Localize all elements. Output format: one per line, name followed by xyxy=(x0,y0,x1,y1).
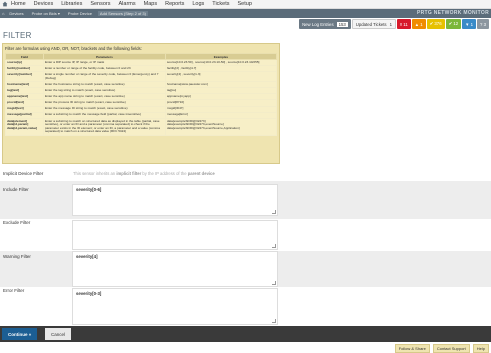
status-unusual-badge[interactable]: ✔ 376 xyxy=(426,19,445,29)
nav-setup[interactable]: Setup xyxy=(238,1,252,7)
filter-help-intro: Filter are formulas using AND, OR, NOT, … xyxy=(5,46,142,51)
nav-libraries[interactable]: Libraries xyxy=(61,1,82,7)
nav-alarms[interactable]: Alarms xyxy=(119,1,136,7)
contact-support-button[interactable]: Contact Support xyxy=(432,343,470,353)
exclude-filter-input[interactable] xyxy=(72,220,278,250)
nav-home[interactable]: Home xyxy=(11,1,26,7)
breadcrumb-devices[interactable]: Devices xyxy=(7,11,25,16)
home-icon[interactable] xyxy=(2,1,8,7)
nav-devices[interactable]: Devices xyxy=(34,1,54,7)
warning-filter-label: Warning Filter xyxy=(3,254,31,259)
status-warning-badge[interactable]: ▲ 1 xyxy=(411,19,426,29)
nav-logs[interactable]: Logs xyxy=(192,1,204,7)
table-row: data[element] data[id,param] data[id,par… xyxy=(5,117,278,136)
brand-logo: PRTG NETWORK MONITOR xyxy=(416,10,489,16)
include-filter-row: Include Filter severity[0-6] xyxy=(0,181,491,219)
error-filter-label: Error Filter xyxy=(3,288,25,293)
implicit-filter-note: This sensor inherits an implicit filter … xyxy=(73,171,215,176)
filter-param-cell: Enter a substring to match on structured… xyxy=(42,117,166,136)
updated-tickets-button[interactable]: Updated Tickets 1 xyxy=(351,19,396,29)
filter-reference-table: Field Parameters Examples source[ip] Ente… xyxy=(5,53,278,136)
nav-sensors[interactable]: Sensors xyxy=(90,1,110,7)
status-unknown-badge[interactable]: ? 3 xyxy=(477,19,489,29)
home-crumb-icon[interactable]: ⌂ xyxy=(2,11,4,16)
exclude-filter-row: Exclude Filter xyxy=(0,220,491,250)
exclude-filter-label: Exclude Filter xyxy=(3,220,31,225)
status-bar: New Log Entries 153 Updated Tickets 1 ‼ … xyxy=(299,19,489,29)
main-menu: Home Devices Libraries Sensors Alarms Ma… xyxy=(0,0,491,9)
breadcrumb-current: Add Sensors (Step 2 of 3) xyxy=(97,11,148,16)
new-log-label: New Log Entries xyxy=(302,21,334,27)
error-filter-input[interactable]: severity[0-3] xyxy=(72,288,278,325)
breadcrumb-device[interactable]: Probe Device xyxy=(66,11,94,16)
filter-help-box: Filter are formulas using AND, OR, NOT, … xyxy=(2,43,280,164)
filter-example-cell: data[exampleSDID@32473] data[exampleSDID… xyxy=(164,117,278,136)
nav-maps[interactable]: Maps xyxy=(144,1,157,7)
new-log-count: 153 xyxy=(336,21,348,27)
implicit-filter-label: Implicit Device Filter xyxy=(3,171,44,176)
warning-filter-input[interactable]: severity[4] xyxy=(72,251,278,287)
follow-share-button[interactable]: Follow & Share xyxy=(394,343,430,353)
updated-tickets-count: 1 xyxy=(389,21,392,27)
continue-button[interactable]: Continue » xyxy=(2,328,38,340)
nav-tickets[interactable]: Tickets xyxy=(212,1,229,7)
help-button[interactable]: Help xyxy=(472,343,489,353)
status-down-badge[interactable]: ‼ 11 xyxy=(396,19,411,29)
page-title: FILTER xyxy=(3,31,32,40)
error-filter-row: Error Filter severity[0-3] xyxy=(0,288,491,325)
updated-tickets-label: Updated Tickets xyxy=(355,21,387,27)
filter-field-cell: severity[number] xyxy=(5,71,44,82)
breadcrumb: ⌂ Devices Probe on Bids ▾ Probe Device A… xyxy=(0,9,491,18)
implicit-filter-row: Implicit Device Filter This sensor inher… xyxy=(0,166,491,181)
table-row: severity[number] Enter a single number or… xyxy=(5,71,278,82)
include-filter-input[interactable]: severity[0-6] xyxy=(72,184,278,216)
action-bar: Continue » Cancel xyxy=(0,326,491,342)
include-filter-label: Include Filter xyxy=(3,187,29,192)
filter-field-cell: data[element] data[id,param] data[id,par… xyxy=(5,117,44,136)
filter-param-cell: Enter a single number or range of the se… xyxy=(42,71,166,82)
warning-filter-row: Warning Filter severity[4] xyxy=(0,251,491,287)
cancel-button[interactable]: Cancel xyxy=(45,328,72,340)
filter-example-cell: severity[4] , severity[1-3] xyxy=(164,71,278,82)
breadcrumb-probe[interactable]: Probe on Bids ▾ xyxy=(30,11,62,16)
footer: Follow & Share Contact Support Help xyxy=(0,343,491,353)
status-up-badge[interactable]: ✔ 12 xyxy=(445,19,462,29)
nav-reports[interactable]: Reports xyxy=(165,1,184,7)
status-paused-badge[interactable]: ▼ 1 xyxy=(462,19,477,29)
new-log-entries-button[interactable]: New Log Entries 153 xyxy=(299,19,351,29)
